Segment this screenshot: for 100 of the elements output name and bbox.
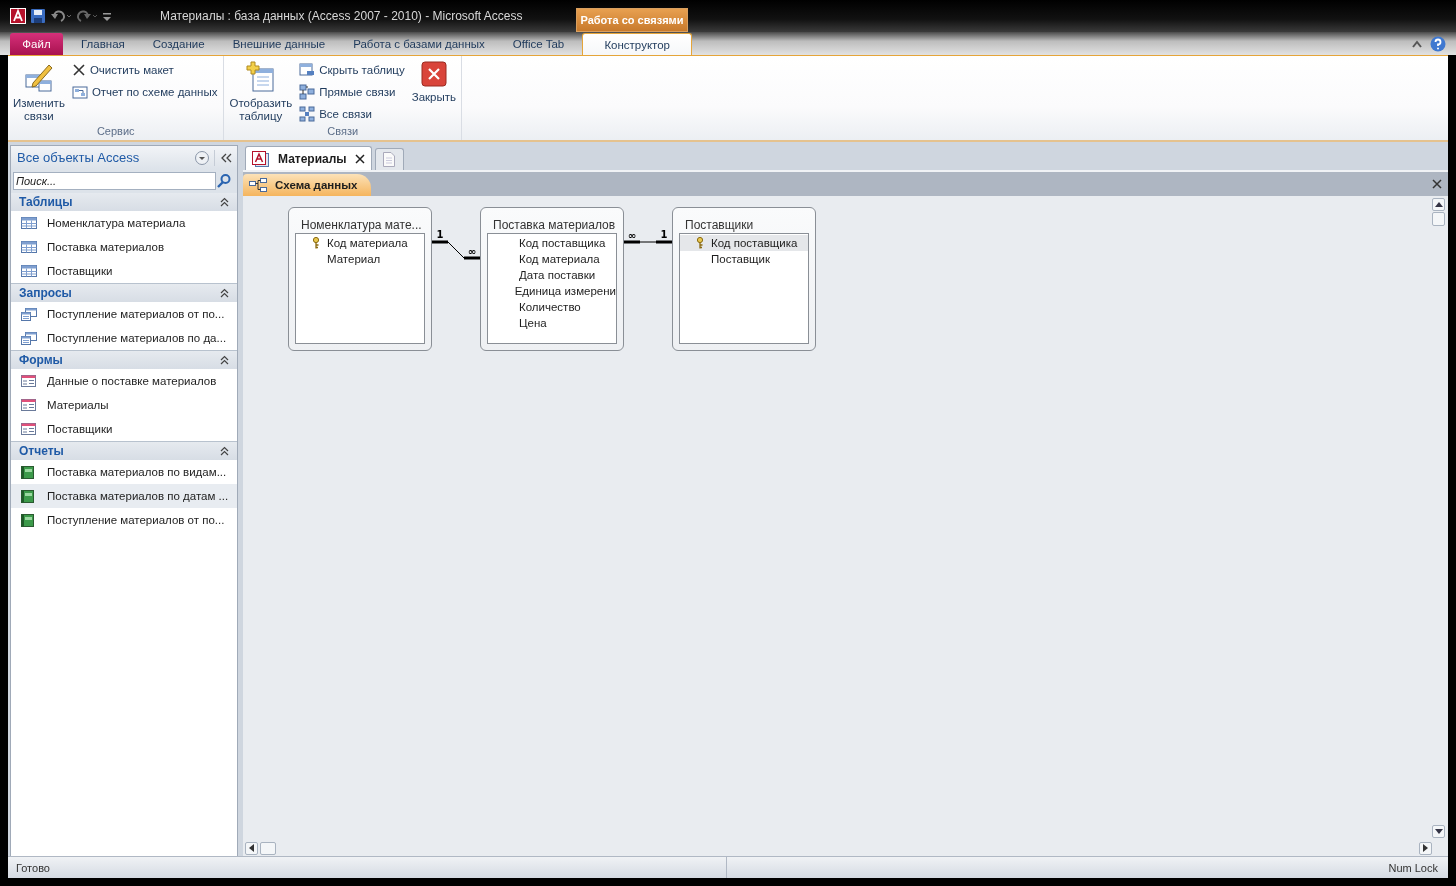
item-name: Поступление материалов по да...: [47, 332, 227, 344]
scrollbar-thumb[interactable]: [260, 841, 276, 855]
nav-item[interactable]: Номенклатура материала: [11, 211, 237, 235]
relationship-line[interactable]: [431, 240, 481, 260]
item-name: Поставщики: [47, 265, 113, 277]
database-icon: [252, 150, 270, 167]
undo-icon[interactable]: [50, 8, 72, 24]
group-header[interactable]: Отчеты: [19, 444, 64, 458]
item-name: Поступление материалов от по...: [47, 308, 225, 320]
query-icon: [21, 331, 37, 345]
field-row[interactable]: Код поставщика: [488, 235, 616, 251]
item-name: Поступление материалов от по...: [47, 514, 225, 526]
field-row[interactable]: Цена: [488, 315, 616, 331]
help-icon[interactable]: [1430, 35, 1446, 52]
query-icon: [21, 307, 37, 321]
scroll-right-button[interactable]: [1419, 841, 1432, 855]
save-icon[interactable]: [30, 8, 46, 24]
hide-table-icon: [299, 61, 316, 78]
ribbon-button[interactable]: Очистить макет: [69, 59, 220, 80]
diagram-report-icon: [71, 83, 88, 100]
tab-label: Материалы: [278, 151, 347, 166]
table-box[interactable]: Номенклатура мате... Код материала Материал: [288, 207, 432, 351]
ribbon-button[interactable]: Отобразить таблицу: [228, 59, 294, 125]
item-name: Данные о поставке материалов: [47, 375, 217, 387]
group-header[interactable]: Таблицы: [19, 195, 73, 209]
field-row[interactable]: Материал: [296, 251, 424, 267]
close-icon[interactable]: [354, 153, 365, 164]
item-name: Поставка материалов по датам ...: [47, 490, 229, 502]
report-icon: [21, 465, 37, 479]
group-header[interactable]: Запросы: [19, 286, 72, 300]
close-x-icon: [71, 62, 86, 77]
redo-icon[interactable]: [76, 8, 98, 24]
cardinality-label: 1: [436, 229, 444, 240]
ribbon-button[interactable]: Закрыть: [410, 59, 457, 106]
form-icon: [21, 374, 37, 388]
ribbon-tab[interactable]: Конструктор: [582, 33, 693, 55]
pane-title: Все объекты Access: [17, 150, 141, 165]
nav-item[interactable]: Поставщики: [11, 259, 237, 283]
ribbon-button[interactable]: Прямые связи: [297, 81, 407, 102]
status-text: Готово: [8, 857, 727, 878]
collapse-icon[interactable]: [220, 355, 229, 365]
cardinality-label: ∞: [467, 246, 477, 257]
nav-item[interactable]: Поступление материалов от по...: [11, 508, 237, 532]
close-button[interactable]: [1432, 179, 1442, 189]
scroll-left-button[interactable]: [245, 841, 258, 855]
document-tab[interactable]: Материалы: [245, 146, 372, 170]
report-icon: [21, 489, 37, 503]
nav-item[interactable]: Поставка материалов: [11, 235, 237, 259]
dropdown-icon[interactable]: [194, 149, 210, 166]
document-icon: [383, 152, 396, 167]
field-row[interactable]: Код материала: [296, 235, 424, 251]
nav-item[interactable]: Поставка материалов по видам...: [11, 460, 237, 484]
field-row[interactable]: Дата поставки: [488, 267, 616, 283]
scrollbar-thumb[interactable]: [1432, 212, 1445, 226]
nav-item[interactable]: Данные о поставке материалов: [11, 369, 237, 393]
table-icon: [21, 240, 37, 254]
search-field[interactable]: Поиск...: [13, 172, 216, 190]
ribbon-tab[interactable]: Создание: [138, 33, 219, 55]
ribbon-button[interactable]: Все связи: [297, 103, 407, 124]
ribbon-button[interactable]: Скрыть таблицу: [297, 59, 407, 80]
field-row[interactable]: Код материала: [488, 251, 616, 267]
ribbon-tab[interactable]: Внешние данные: [218, 33, 340, 55]
nav-item[interactable]: Поступление материалов от по...: [11, 302, 237, 326]
nav-item[interactable]: Материалы: [11, 393, 237, 417]
up-arrow-icon: [1434, 202, 1443, 207]
ribbon-tab[interactable]: Главная: [67, 33, 139, 55]
scroll-up-button[interactable]: [1432, 198, 1445, 211]
field-row[interactable]: Количество: [488, 299, 616, 315]
key-icon: [312, 237, 320, 249]
nav-item[interactable]: Поступление материалов по да...: [11, 326, 237, 350]
ribbon-button[interactable]: Изменить связи: [12, 59, 66, 125]
collapse-icon[interactable]: [220, 197, 229, 207]
ribbon-button[interactable]: Отчет по схеме данных: [69, 81, 220, 102]
file-tab[interactable]: Файл: [10, 33, 63, 55]
field-row[interactable]: Единица измерени: [488, 283, 616, 299]
search-icon[interactable]: [216, 173, 232, 189]
collapse-icon[interactable]: [220, 446, 229, 456]
cardinality-label: 1: [660, 229, 668, 240]
table-box[interactable]: Поставка материалов Код поставщика Код материала Дата поставки Единица измерени Количество Цена: [480, 207, 624, 351]
field-row[interactable]: Поставщик: [680, 251, 808, 267]
ribbon-tab[interactable]: Office Tab: [498, 33, 579, 55]
scroll-down-button[interactable]: [1432, 825, 1445, 838]
table-title: Поставщики: [684, 217, 755, 233]
report-icon: [21, 513, 37, 527]
table-title: Поставка материалов: [492, 217, 617, 233]
relationship-line[interactable]: [623, 240, 673, 244]
group-header[interactable]: Формы: [19, 353, 63, 367]
collapse-ribbon-icon[interactable]: [1412, 39, 1422, 48]
object-tab[interactable]: Схема данных: [243, 174, 372, 196]
nav-item[interactable]: Поставщики: [11, 417, 237, 441]
ribbon-tab[interactable]: Работа с базами данных: [339, 33, 499, 55]
field-row[interactable]: Код поставщика: [680, 235, 808, 251]
item-name: Поставщики: [47, 423, 113, 435]
collapse-icon[interactable]: [220, 288, 229, 298]
cardinality-label: ∞: [627, 230, 637, 241]
item-name: Поставка материалов: [47, 241, 165, 253]
tab-label: Схема данных: [275, 179, 358, 191]
app-icon[interactable]: [10, 8, 26, 24]
nav-item[interactable]: Поставка материалов по датам ...: [11, 484, 237, 508]
table-box[interactable]: Поставщики Код поставщика Поставщик: [672, 207, 816, 351]
